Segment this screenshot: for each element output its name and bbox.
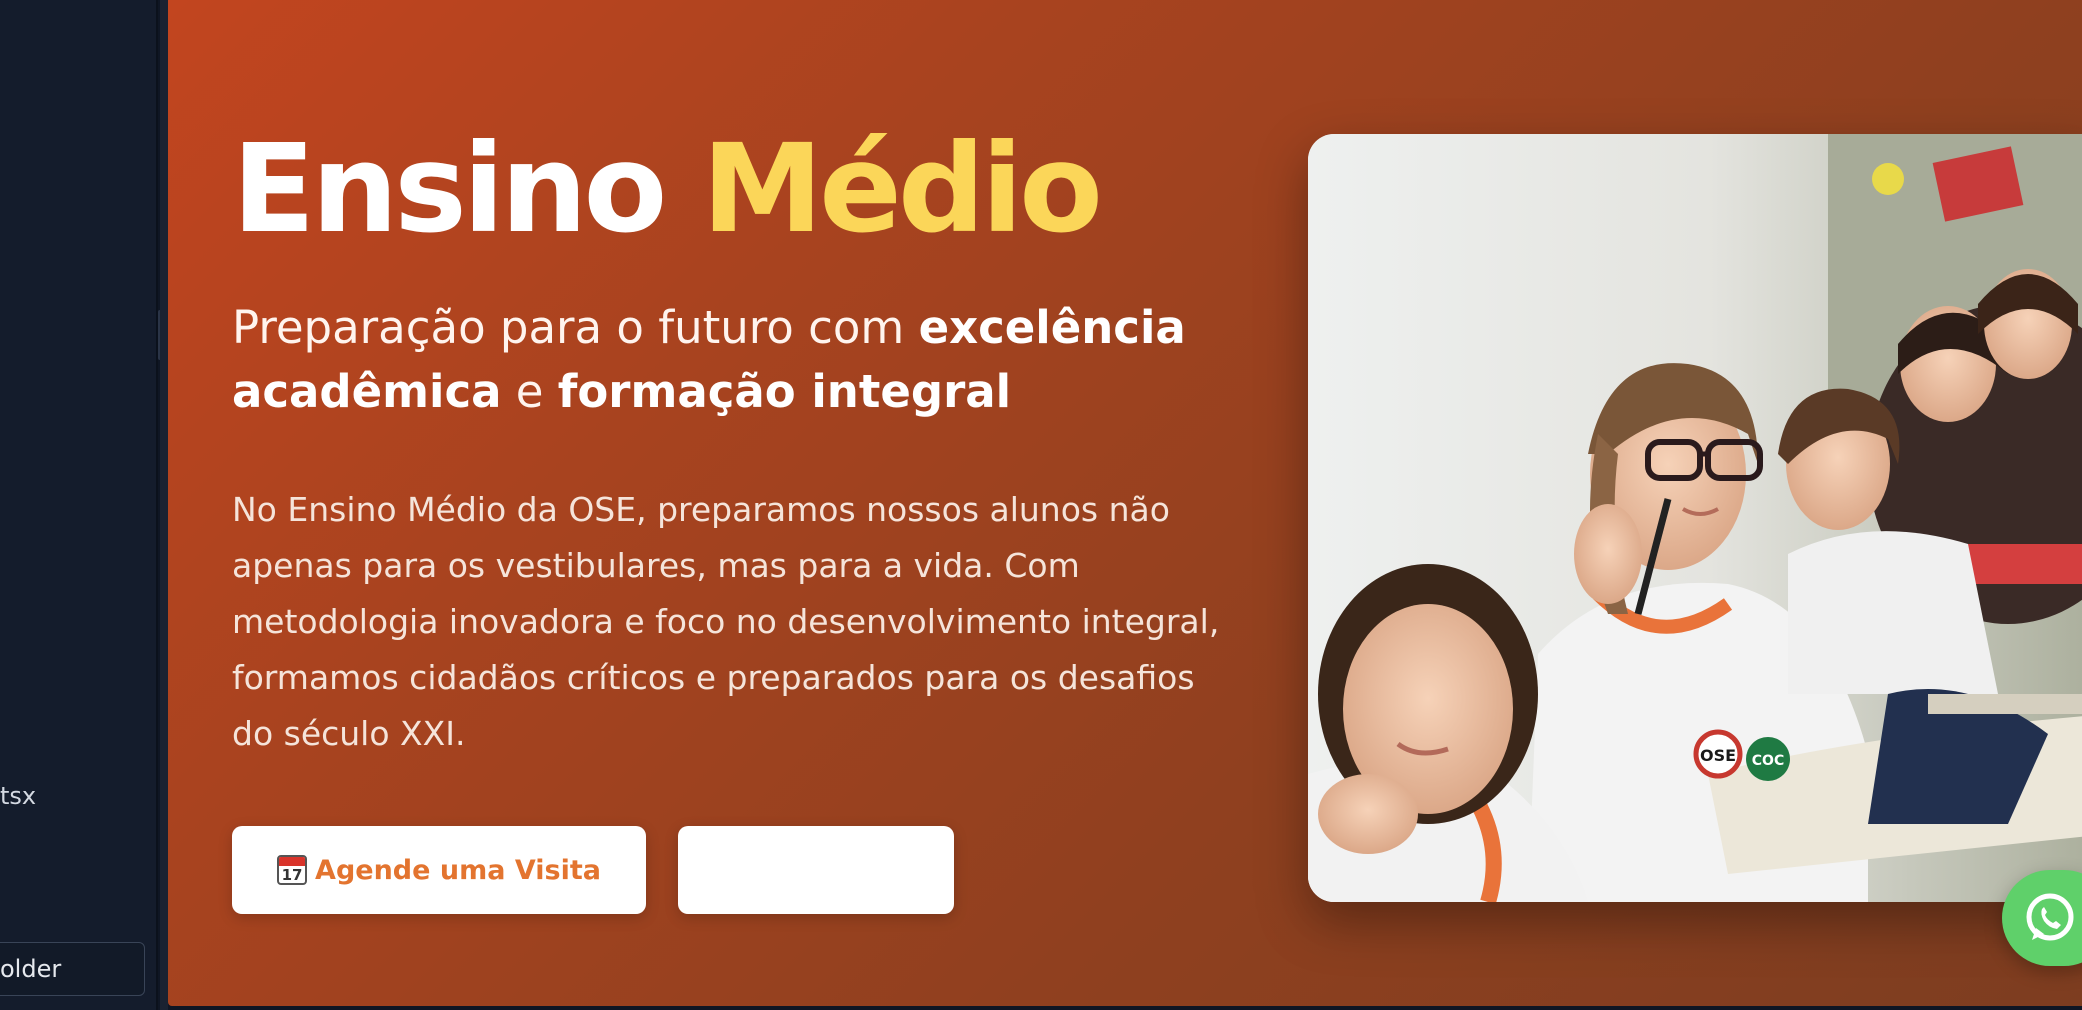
shirt-logo-coc: COC [1752,753,1784,769]
hero-subtitle: Preparação para o futuro com excelência … [232,296,1192,424]
sidebar-folder-input[interactable]: older [0,942,145,996]
title-main: Ensino [232,118,702,260]
sidebar-file-item[interactable]: tsx [0,782,36,810]
hero-section: Ensino Médio Preparação para o futuro co… [168,0,2082,1006]
subtitle-text-1: Preparação para o futuro com [232,301,919,354]
shirt-logo-ose: OSE [1700,746,1736,765]
calendar-day: 17 [281,866,303,884]
hero-description: No Ensino Médio da OSE, preparamos nosso… [232,490,1220,753]
classroom-photo-illustration: OSE COC [1308,134,2082,902]
schedule-visit-button[interactable]: 17 Agende uma Visita [232,826,646,914]
subtitle-text-2: e [501,365,558,418]
classroom-photo: OSE COC [1308,134,2082,902]
page-title: Ensino Médio [232,118,1103,260]
whatsapp-icon [2026,893,2074,941]
secondary-button[interactable] [678,826,954,914]
schedule-visit-label: Agende uma Visita [315,854,601,886]
panel-gutter [160,0,168,1010]
title-accent: Médio [701,118,1103,260]
calendar-icon: 17 [277,855,308,885]
editor-sidebar: tsx older [0,0,158,1010]
subtitle-bold-2: formação integral [557,365,1012,418]
